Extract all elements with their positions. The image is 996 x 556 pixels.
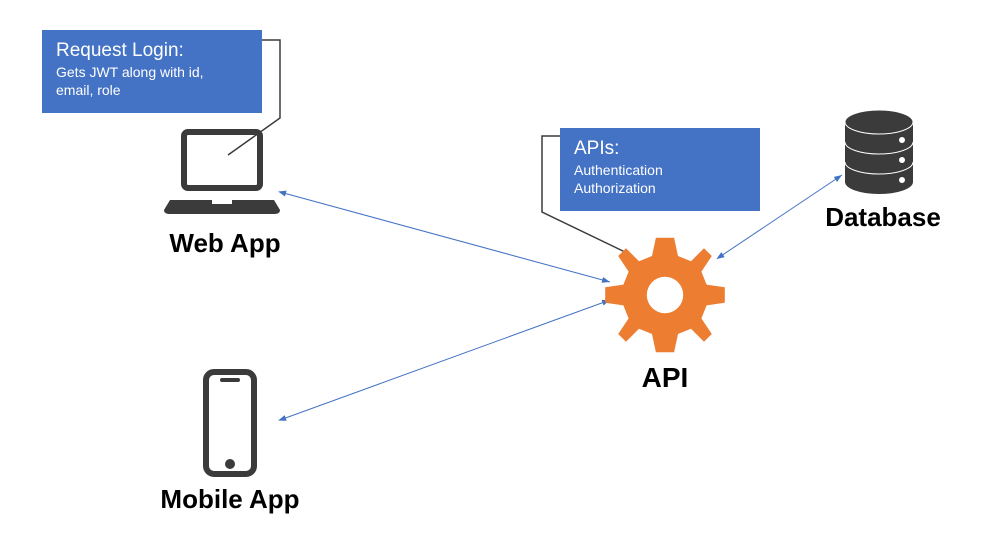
- callout-body: Gets JWT along with id, email, role: [56, 64, 248, 99]
- database-icon: [840, 110, 918, 200]
- callout-title: Request Login:: [56, 40, 248, 62]
- webapp-node: [162, 128, 282, 220]
- api-label: API: [600, 362, 730, 394]
- database-label: Database: [808, 202, 958, 233]
- callout-apis: APIs: Authentication Authorization: [560, 128, 760, 211]
- callout-body: Authentication Authorization: [574, 162, 746, 197]
- mobileapp-node: [200, 368, 260, 478]
- callout-title: APIs:: [574, 138, 746, 160]
- webapp-label: Web App: [130, 228, 320, 259]
- laptop-icon: [162, 128, 282, 220]
- gear-icon: [600, 230, 730, 360]
- api-node: [600, 230, 730, 360]
- mobileapp-label: Mobile App: [130, 484, 330, 515]
- phone-icon: [200, 368, 260, 478]
- connector-mobileapp-api: [280, 300, 610, 420]
- database-node: [840, 110, 918, 200]
- callout-request-login: Request Login: Gets JWT along with id, e…: [42, 30, 262, 113]
